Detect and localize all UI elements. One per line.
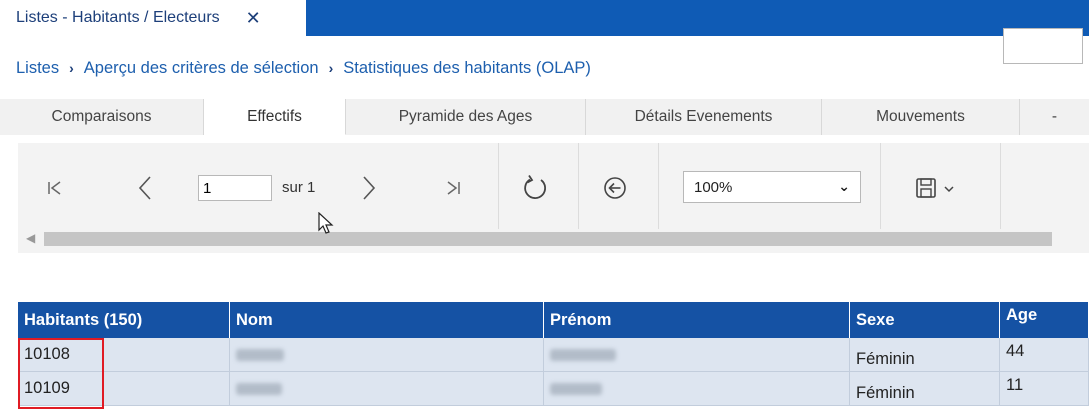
tab-details-evenements[interactable]: Détails Evenements (586, 99, 822, 135)
refresh-icon[interactable] (518, 173, 552, 203)
column-header-habitants[interactable]: Habitants (150) (18, 302, 230, 338)
chevron-right-icon: › (328, 60, 334, 76)
table-row[interactable]: 10109 Féminin 11 (18, 372, 1089, 406)
zoom-value: 100% (694, 178, 733, 196)
last-page-icon[interactable] (438, 173, 468, 203)
close-icon[interactable]: ✕ (246, 8, 261, 29)
tab-effectifs[interactable]: Effectifs (204, 99, 346, 135)
table-row[interactable]: 10108 Féminin 44 (18, 338, 1089, 372)
cell-nom-blurred (230, 372, 544, 405)
document-tab[interactable]: Listes - Habitants / Electeurs ✕ (0, 0, 306, 36)
column-header-sexe[interactable]: Sexe (850, 302, 1000, 338)
tab-label: - (1051, 108, 1058, 125)
cell-age: 11 (1000, 372, 1089, 405)
toolbar-divider (658, 143, 659, 229)
tab-more[interactable]: - (1020, 99, 1089, 135)
next-page-icon[interactable] (354, 173, 384, 203)
breadcrumb-item-statistiques: Statistiques des habitants (OLAP) (343, 58, 591, 77)
tab-comparaisons[interactable]: Comparaisons (0, 99, 204, 135)
window-tab-bar: Listes - Habitants / Electeurs ✕ (0, 0, 1089, 36)
save-icon[interactable] (908, 173, 968, 203)
cell-age: 44 (1000, 338, 1089, 371)
tab-label: Mouvements (876, 108, 965, 125)
tab-label: Pyramide des Ages (398, 108, 533, 125)
chevron-down-icon: ⌄ (838, 178, 850, 194)
cell-sexe: Féminin (850, 372, 1000, 405)
cell-habitant-id: 10108 (18, 338, 230, 371)
cell-prenom-blurred (544, 338, 850, 371)
cell-nom-blurred (230, 338, 544, 371)
breadcrumb: Listes › Aperçu des critères de sélectio… (16, 56, 591, 80)
mouse-cursor-icon (318, 212, 334, 234)
page-count-label: sur 1 (282, 179, 316, 196)
document-tab-title: Listes - Habitants / Electeurs (16, 9, 220, 26)
table-header-row: Habitants (150) Nom Prénom Sexe Age (18, 302, 1089, 338)
tab-pyramide-des-ages[interactable]: Pyramide des Ages (346, 99, 586, 135)
toolbar-divider (880, 143, 881, 229)
back-icon[interactable] (600, 173, 630, 203)
previous-page-icon[interactable] (130, 173, 160, 203)
cell-sexe: Féminin (850, 338, 1000, 371)
toolbar-divider (578, 143, 579, 229)
tab-label: Effectifs (247, 107, 302, 125)
scrollbar-thumb[interactable] (44, 232, 1052, 246)
breadcrumb-item-criteres[interactable]: Aperçu des critères de sélection (84, 59, 319, 78)
scroll-left-icon[interactable]: ◀ (26, 231, 35, 245)
search-input[interactable] (1003, 28, 1083, 64)
tab-label: Comparaisons (51, 108, 152, 125)
tab-mouvements[interactable]: Mouvements (822, 99, 1020, 135)
chevron-right-icon: › (69, 60, 74, 76)
report-tabs: Comparaisons Effectifs Pyramide des Ages… (0, 99, 1089, 135)
cell-prenom-blurred (544, 372, 850, 405)
toolbar-divider (498, 143, 499, 229)
page-number-input[interactable] (198, 175, 272, 201)
column-header-nom[interactable]: Nom (230, 302, 544, 338)
horizontal-scrollbar[interactable]: ◀ (18, 229, 1089, 249)
habitants-table: Habitants (150) Nom Prénom Sexe Age 1010… (18, 302, 1089, 406)
zoom-select[interactable]: 100% ⌄ (683, 171, 861, 203)
first-page-icon[interactable] (40, 173, 70, 203)
tab-label: Détails Evenements (634, 108, 773, 125)
cell-habitant-id: 10109 (18, 372, 230, 405)
column-header-age[interactable]: Age (1000, 302, 1089, 338)
column-header-prenom[interactable]: Prénom (544, 302, 850, 338)
breadcrumb-item-listes[interactable]: Listes (16, 59, 59, 78)
toolbar-divider (1000, 143, 1001, 229)
